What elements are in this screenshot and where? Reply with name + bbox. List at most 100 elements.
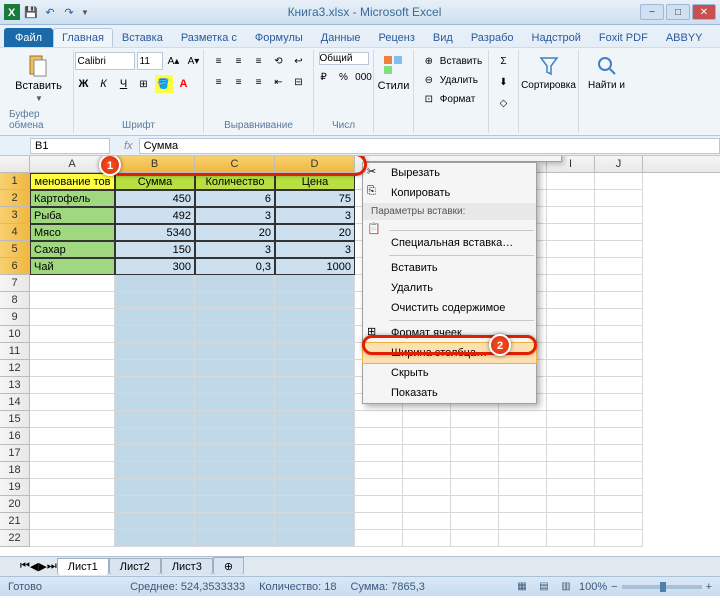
cell-B16[interactable] [115,428,195,445]
cell-A11[interactable] [30,343,115,360]
cell-G15[interactable] [451,411,499,428]
grow-font-icon[interactable]: A▴ [165,52,183,70]
mini-dec-dec-icon[interactable]: .00 [507,156,525,157]
redo-icon[interactable]: ↷ [61,4,77,20]
name-box[interactable] [30,138,110,154]
cell-D14[interactable] [275,394,355,411]
cell-I3[interactable] [547,207,595,224]
maximize-button[interactable]: □ [666,4,690,20]
cell-A18[interactable] [30,462,115,479]
cell-F20[interactable] [403,496,451,513]
cell-J19[interactable] [595,479,643,496]
tab-insert[interactable]: Вставка [113,28,172,47]
cell-B12[interactable] [115,360,195,377]
column-header-J[interactable]: J [595,156,643,172]
cell-D22[interactable] [275,530,355,547]
align-top-icon[interactable]: ≡ [210,52,228,70]
row-header-8[interactable]: 8 [0,292,30,309]
row-header-10[interactable]: 10 [0,326,30,343]
cell-A21[interactable] [30,513,115,530]
currency-icon[interactable]: ₽ [315,68,333,86]
cell-C10[interactable] [195,326,275,343]
row-header-12[interactable]: 12 [0,360,30,377]
cell-D5[interactable]: 3 [275,241,355,258]
row-header-6[interactable]: 6 [0,258,30,275]
cell-H20[interactable] [499,496,547,513]
cell-H21[interactable] [499,513,547,530]
cell-I19[interactable] [547,479,595,496]
bold-button[interactable]: Ж [75,75,93,93]
cell-J8[interactable] [595,292,643,309]
percent-icon[interactable]: % [335,68,353,86]
font-size-select[interactable] [137,52,163,70]
qat-dropdown-icon[interactable]: ▼ [81,8,89,17]
cell-F17[interactable] [403,445,451,462]
cell-C5[interactable]: 3 [195,241,275,258]
cell-A16[interactable] [30,428,115,445]
cell-C2[interactable]: 6 [195,190,275,207]
cell-I16[interactable] [547,428,595,445]
cell-C6[interactable]: 0,3 [195,258,275,275]
comma-icon[interactable]: 000 [355,68,373,86]
paste-button[interactable]: Вставить▼ [11,52,66,105]
cell-H16[interactable] [499,428,547,445]
cell-G17[interactable] [451,445,499,462]
cell-I7[interactable] [547,275,595,292]
sheet-nav-next-icon[interactable]: ▶ [38,560,46,573]
cell-F22[interactable] [403,530,451,547]
cell-E21[interactable] [355,513,403,530]
cell-A12[interactable] [30,360,115,377]
cell-I2[interactable] [547,190,595,207]
cell-D12[interactable] [275,360,355,377]
cell-C11[interactable] [195,343,275,360]
cell-B10[interactable] [115,326,195,343]
undo-icon[interactable]: ↶ [42,4,58,20]
cell-A4[interactable]: Мясо [30,224,115,241]
cell-G22[interactable] [451,530,499,547]
cell-I13[interactable] [547,377,595,394]
cell-A17[interactable] [30,445,115,462]
cell-D1[interactable]: Цена [275,173,355,190]
cell-D16[interactable] [275,428,355,445]
border-button[interactable]: ⊞ [135,75,153,93]
cell-B20[interactable] [115,496,195,513]
cell-I5[interactable] [547,241,595,258]
cell-C21[interactable] [195,513,275,530]
cell-J16[interactable] [595,428,643,445]
cell-F15[interactable] [403,411,451,428]
ctx-delete[interactable]: Удалить [363,278,536,298]
ctx-paste-option[interactable]: 📋 [363,220,536,228]
fx-icon[interactable]: fx [118,140,139,152]
mini-border-icon[interactable]: ⊞ [467,156,485,157]
cell-F19[interactable] [403,479,451,496]
cell-I8[interactable] [547,292,595,309]
cells-delete-button[interactable]: ⊖Удалить [420,71,478,89]
row-header-13[interactable]: 13 [0,377,30,394]
align-mid-icon[interactable]: ≡ [230,52,248,70]
cell-A14[interactable] [30,394,115,411]
row-header-14[interactable]: 14 [0,394,30,411]
cell-C20[interactable] [195,496,275,513]
align-bot-icon[interactable]: ≡ [250,52,268,70]
tab-file[interactable]: Файл [4,28,53,47]
number-format-select[interactable] [319,52,369,65]
cell-D11[interactable] [275,343,355,360]
cell-E20[interactable] [355,496,403,513]
cell-B6[interactable]: 300 [115,258,195,275]
cell-F16[interactable] [403,428,451,445]
cell-D6[interactable]: 1000 [275,258,355,275]
row-header-5[interactable]: 5 [0,241,30,258]
cell-E17[interactable] [355,445,403,462]
font-name-select[interactable] [75,52,135,70]
tab-abbyy[interactable]: ABBYY [657,28,712,47]
mini-italic-icon[interactable]: К [387,156,405,157]
cell-J1[interactable] [595,173,643,190]
align-left-icon[interactable]: ≡ [210,73,228,91]
cell-B15[interactable] [115,411,195,428]
styles-button[interactable]: Стили [374,52,414,94]
cell-I15[interactable] [547,411,595,428]
cell-G20[interactable] [451,496,499,513]
cell-C7[interactable] [195,275,275,292]
cell-B4[interactable]: 5340 [115,224,195,241]
cell-J22[interactable] [595,530,643,547]
